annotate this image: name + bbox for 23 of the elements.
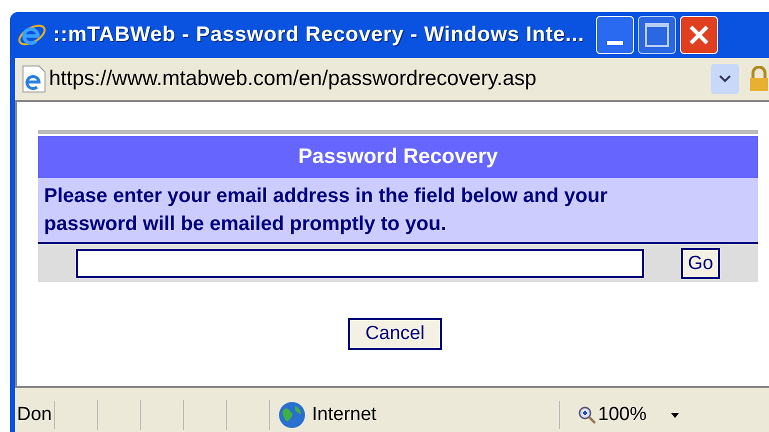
page-icon <box>21 65 47 93</box>
email-input[interactable] <box>76 248 644 278</box>
instructions-text: Please enter your email address in the field below and your password will be emailed promptly to you. <box>44 184 609 237</box>
caret-icon <box>670 412 679 418</box>
cancel-button[interactable]: Cancel <box>348 318 442 350</box>
zone-text: Internet <box>312 402 376 427</box>
window-title: ::mTABWeb - Password Recovery - Windows Inte... <box>53 22 584 48</box>
dropdown-button[interactable] <box>711 64 739 94</box>
maximize-button[interactable] <box>638 16 676 54</box>
url-text: https://www.mtabweb.com/en/passwordrecovery.asp <box>49 66 538 92</box>
padlock-icon <box>749 66 769 92</box>
maximize-icon <box>645 23 670 47</box>
go-button[interactable]: Go <box>681 248 720 278</box>
close-button[interactable] <box>680 16 718 54</box>
chevron-down-icon <box>719 75 731 83</box>
close-icon <box>688 24 710 46</box>
globe-icon <box>278 401 306 429</box>
form-header: Password Recovery <box>38 136 758 178</box>
zoom-icon <box>578 406 596 424</box>
minimize-button[interactable] <box>596 16 634 54</box>
zoom-level: 100% <box>598 402 647 427</box>
minimize-icon <box>607 41 624 45</box>
status-text: Don <box>15 400 55 430</box>
